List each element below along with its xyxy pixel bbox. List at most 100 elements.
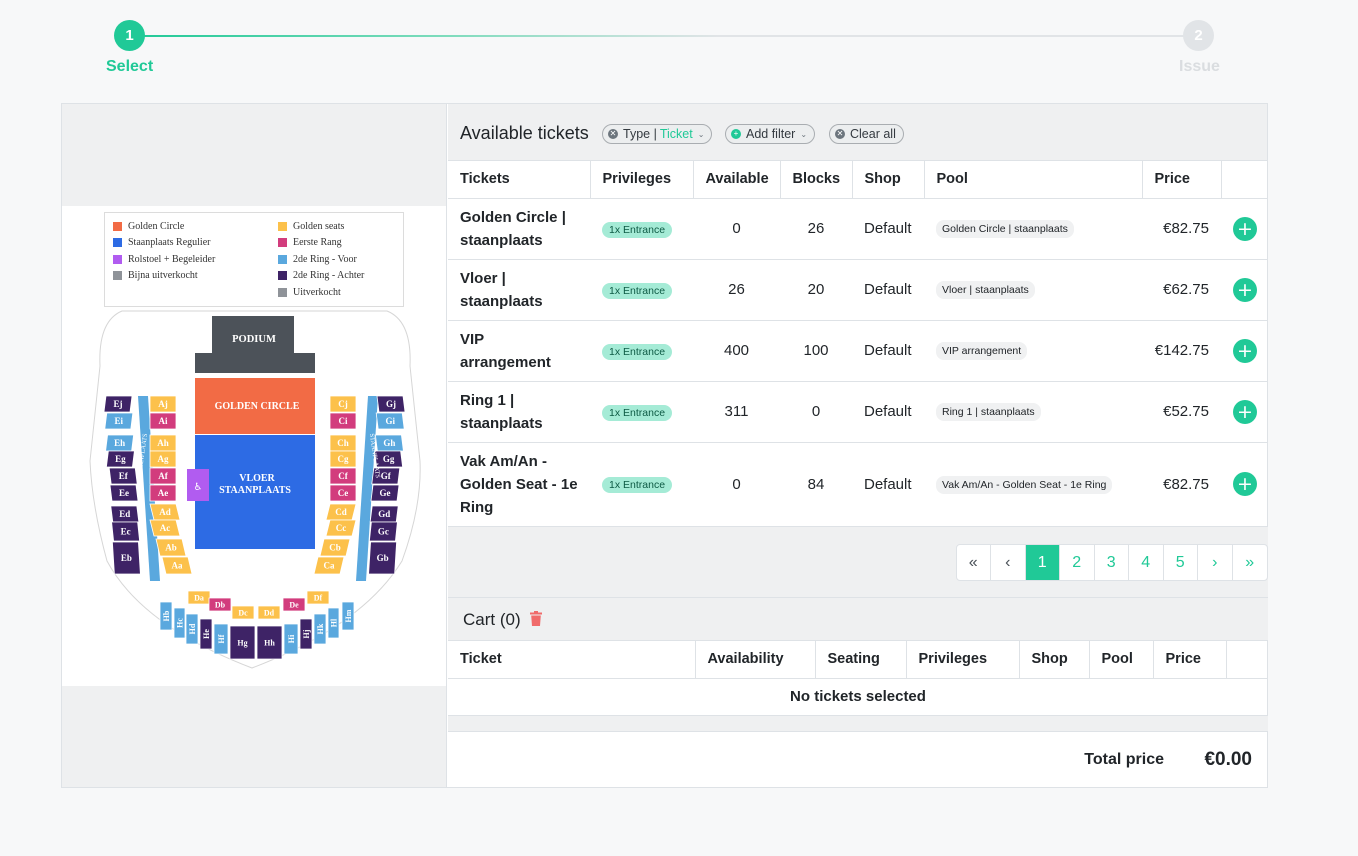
seat-block-de[interactable]: De (282, 597, 306, 612)
seat-block-ac[interactable]: Ac (149, 519, 181, 537)
seat-block-ab[interactable]: Ab (155, 538, 187, 557)
seat-block-ci[interactable]: Ci (329, 412, 357, 430)
seat-block-af[interactable]: Af (149, 467, 177, 485)
prev-page-button[interactable]: ‹ (991, 545, 1026, 580)
next-page-button[interactable]: › (1198, 545, 1233, 580)
seat-block-hf[interactable]: Hf (213, 623, 229, 655)
seat-block-db[interactable]: Db (208, 597, 232, 612)
seat-block-dc[interactable]: Dc (231, 605, 255, 620)
step-2-label[interactable]: Issue (1179, 58, 1220, 76)
seat-block-cc[interactable]: Cc (325, 519, 357, 537)
svg-text:Db: Db (215, 601, 226, 610)
seat-block-cb[interactable]: Cb (319, 538, 351, 557)
clear-all-label: Clear all (850, 127, 896, 141)
seat-block-eb[interactable]: Eb (111, 541, 141, 575)
seat-block-hg[interactable]: Hg (229, 625, 256, 660)
ticket-price: €52.75 (1142, 381, 1221, 443)
seat-block-gi[interactable]: Gi (375, 412, 405, 430)
seat-block-hc[interactable]: Hc (173, 607, 186, 639)
seat-block-ca[interactable]: Ca (313, 556, 345, 575)
seat-block-gc[interactable]: Gc (368, 521, 398, 542)
seat-block-gb[interactable]: Gb (368, 541, 398, 575)
last-page-button[interactable]: » (1233, 545, 1268, 580)
blocks-count: 26 (780, 198, 852, 260)
col-pool: Pool (924, 161, 1143, 199)
filter-bar: Available tickets ✕ Type | Ticket ⌄ + Ad… (448, 104, 1267, 161)
seat-block-ge[interactable]: Ge (370, 484, 400, 502)
seat-block-ae[interactable]: Ae (149, 484, 177, 502)
seat-block-hh[interactable]: Hh (256, 625, 283, 660)
total-area: Total price €0.00 (448, 732, 1268, 788)
seat-block-eh[interactable]: Eh (105, 434, 135, 452)
seat-block-ee[interactable]: Ee (109, 484, 139, 502)
seat-block-gh[interactable]: Gh (374, 434, 404, 452)
type-filter-chip[interactable]: ✕ Type | Ticket ⌄ (602, 124, 713, 144)
tickets-pane: Available tickets ✕ Type | Ticket ⌄ + Ad… (448, 104, 1268, 788)
pool-badge: Golden Circle | staanplaats (936, 220, 1074, 238)
step-2-indicator[interactable]: 2 (1183, 20, 1214, 51)
seat-block-ad[interactable]: Ad (149, 503, 181, 521)
first-page-button[interactable]: « (957, 545, 991, 580)
seat-block-ef[interactable]: Ef (108, 467, 138, 485)
svg-text:Hm: Hm (344, 609, 353, 622)
clear-all-chip[interactable]: ✕ Clear all (829, 124, 904, 144)
remove-icon[interactable]: ✕ (608, 129, 618, 139)
seat-block-ei[interactable]: Ei (104, 412, 134, 430)
svg-text:Ai: Ai (159, 416, 168, 426)
type-chip-value: Ticket (659, 127, 693, 141)
seat-block-cg[interactable]: Cg (329, 450, 357, 468)
seat-block-ch[interactable]: Ch (329, 434, 357, 452)
add-ticket-button[interactable]: + (1233, 216, 1257, 241)
seat-block-eg[interactable]: Eg (105, 450, 135, 468)
svg-text:Hl: Hl (330, 618, 339, 627)
seat-block-hj[interactable]: Hj (299, 618, 313, 650)
page-button-2[interactable]: 2 (1060, 545, 1095, 580)
seat-block-ej[interactable]: Ej (103, 395, 133, 413)
seat-block-hd[interactable]: Hd (185, 613, 199, 645)
step-1-indicator[interactable]: 1 (114, 20, 145, 51)
seat-block-da[interactable]: Da (187, 590, 211, 605)
privilege-badge: 1x Entrance (602, 477, 673, 493)
seat-block-gd[interactable]: Gd (369, 505, 399, 523)
seat-block-ai[interactable]: Ai (149, 412, 177, 430)
page-button-3[interactable]: 3 (1095, 545, 1129, 580)
seat-block-cd[interactable]: Cd (325, 503, 357, 521)
available-count: 0 (693, 198, 780, 260)
add-ticket-button[interactable]: + (1233, 277, 1257, 302)
add-ticket-button[interactable]: + (1233, 399, 1257, 424)
seat-block-he[interactable]: He (199, 618, 213, 650)
seat-block-cj[interactable]: Cj (329, 395, 357, 413)
add-ticket-button[interactable]: + (1233, 472, 1257, 496)
seat-block-dd[interactable]: Dd (257, 605, 281, 620)
podium-base (195, 353, 315, 373)
ticket-name: Ring 1 | staanplaats (460, 391, 543, 432)
seat-block-aa[interactable]: Aa (161, 556, 193, 575)
step-1-label[interactable]: Select (106, 58, 153, 76)
seat-block-hm[interactable]: Hm (341, 601, 355, 631)
page-button-5[interactable]: 5 (1164, 545, 1198, 580)
add-ticket-button[interactable]: + (1233, 338, 1257, 363)
page-button-4[interactable]: 4 (1129, 545, 1164, 580)
seat-block-ec[interactable]: Ec (111, 521, 141, 542)
seat-block-ag[interactable]: Ag (149, 450, 177, 468)
seat-block-cf[interactable]: Cf (329, 467, 357, 485)
blocks-count: 0 (780, 381, 852, 443)
available-count: 311 (693, 381, 780, 443)
svg-text:Hd: Hd (188, 623, 197, 634)
page-button-1[interactable]: 1 (1025, 545, 1060, 580)
shop-name: Default (852, 259, 924, 321)
seat-block-hi[interactable]: Hi (283, 623, 299, 655)
seat-block-df[interactable]: Df (306, 590, 330, 605)
seat-block-ed[interactable]: Ed (110, 505, 140, 523)
type-chip-prefix: Type | (623, 127, 657, 141)
seat-block-aj[interactable]: Aj (149, 395, 177, 413)
trash-icon[interactable] (530, 611, 542, 626)
seat-block-ah[interactable]: Ah (149, 434, 177, 452)
seat-block-hk[interactable]: Hk (313, 613, 327, 645)
svg-text:Eh: Eh (114, 438, 125, 448)
seat-block-gj[interactable]: Gj (376, 395, 406, 413)
seat-block-hl[interactable]: Hl (327, 607, 340, 639)
seat-block-hb[interactable]: Hb (159, 601, 173, 631)
seat-block-ce[interactable]: Ce (329, 484, 357, 502)
add-filter-chip[interactable]: + Add filter ⌄ (725, 124, 816, 144)
